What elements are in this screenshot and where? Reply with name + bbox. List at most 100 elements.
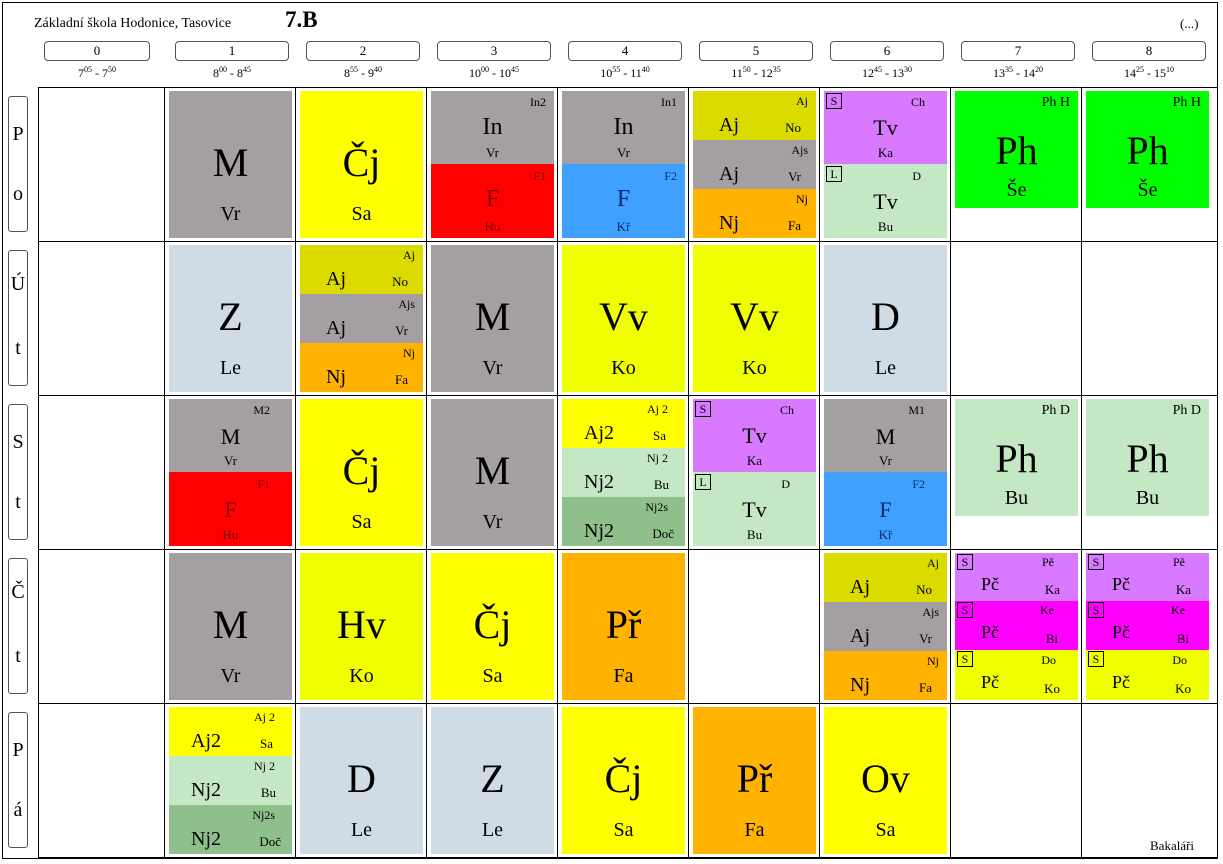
lesson-cell[interactable]: M Vr bbox=[431, 245, 554, 392]
lesson-teacher: Fa bbox=[788, 218, 801, 233]
hour-button-8[interactable]: 8 bbox=[1092, 41, 1206, 61]
lesson-cell[interactable]: Nj 2 Nj2 Bu bbox=[169, 756, 292, 805]
lesson-cell[interactable]: S Ke Pč Bi bbox=[955, 601, 1078, 650]
lesson-cell[interactable]: L D Tv Bu bbox=[693, 472, 816, 546]
lesson-cell[interactable]: M2 M Vr bbox=[169, 399, 292, 472]
lesson-cell[interactable]: S Do Pč Ko bbox=[1086, 650, 1209, 700]
lesson-teacher: Še bbox=[1006, 179, 1027, 201]
lesson-teacher: Sa bbox=[482, 665, 503, 687]
lesson-cell[interactable]: In2 In Vr bbox=[431, 91, 554, 164]
hour-time-6: 1245 - 1330 bbox=[862, 65, 912, 80]
lesson-cell[interactable]: Vv Ko bbox=[562, 245, 685, 392]
lesson-cell[interactable]: Př Fa bbox=[693, 707, 816, 854]
lesson-cell[interactable]: F2 F Kř bbox=[824, 472, 947, 546]
lesson-cell[interactable]: Čj Sa bbox=[300, 399, 423, 546]
lesson-cell[interactable]: S Pě Pč Ka bbox=[955, 553, 1078, 601]
lesson-teacher: Ka bbox=[1044, 582, 1060, 597]
lesson-cell[interactable]: Aj Aj No bbox=[300, 245, 423, 294]
lesson-subject: Aj bbox=[850, 625, 870, 647]
day-button-thursday[interactable]: Č t bbox=[8, 558, 28, 694]
lesson-cell[interactable]: Čj Sa bbox=[431, 553, 554, 700]
lesson-cell[interactable]: Ph D Ph Bu bbox=[955, 399, 1078, 516]
day-button-monday[interactable]: P o bbox=[8, 96, 28, 232]
lesson-cell[interactable]: M1 M Vr bbox=[824, 399, 947, 472]
lesson-cell[interactable]: S Ke Pč Bi bbox=[1086, 601, 1209, 650]
hour-button-2[interactable]: 2 bbox=[306, 41, 420, 61]
lesson-cell[interactable]: Čj Sa bbox=[300, 91, 423, 238]
lesson-cell[interactable]: Ph D Ph Bu bbox=[1086, 399, 1209, 516]
lesson-cell[interactable]: Nj Nj Fa bbox=[824, 651, 947, 700]
lesson-subject: Pč bbox=[981, 622, 999, 642]
more-link[interactable]: (...) bbox=[1180, 16, 1198, 32]
lesson-cell[interactable]: Z Le bbox=[169, 245, 292, 392]
lesson-cell[interactable]: Nj2s Nj2 Doč bbox=[562, 497, 685, 546]
lesson-cell[interactable]: Z Le bbox=[431, 707, 554, 854]
lesson-cell[interactable]: Hv Ko bbox=[300, 553, 423, 700]
lesson-cell[interactable]: D Le bbox=[300, 707, 423, 854]
lesson-cell[interactable]: Ov Sa bbox=[824, 707, 947, 854]
lesson-subject: M bbox=[875, 424, 896, 449]
lesson-cell[interactable]: Čj Sa bbox=[562, 707, 685, 854]
lesson-cell[interactable]: M Vr bbox=[431, 399, 554, 546]
day-button-wednesday[interactable]: S t bbox=[8, 404, 28, 540]
lesson-cell[interactable]: F2 F Kř bbox=[562, 164, 685, 238]
hour-button-1[interactable]: 1 bbox=[175, 41, 289, 61]
lesson-cell[interactable]: Aj 2 Aj2 Sa bbox=[562, 399, 685, 448]
lesson-cell[interactable]: D Le bbox=[824, 245, 947, 392]
lesson-cell[interactable]: F1 F Hu bbox=[431, 164, 554, 238]
lesson-cell[interactable]: F1 F Hu bbox=[169, 472, 292, 546]
lesson-cell[interactable]: S Ch Tv Ka bbox=[824, 91, 947, 164]
lesson-teacher: Hu bbox=[222, 527, 239, 542]
lesson-subject: Vv bbox=[730, 294, 779, 339]
lesson-subject: M bbox=[212, 602, 249, 647]
lesson-cell[interactable]: Ajs Aj Vr bbox=[693, 140, 816, 189]
lesson-subject: F bbox=[485, 186, 500, 212]
lesson-subject: Nj2 bbox=[191, 828, 221, 850]
lesson-cell[interactable]: Aj Aj No bbox=[693, 91, 816, 140]
lesson-teacher: Le bbox=[350, 819, 373, 841]
lesson-cell[interactable]: Vv Ko bbox=[693, 245, 816, 392]
hour-button-0[interactable]: 0 bbox=[44, 41, 150, 61]
lesson-cell[interactable]: Nj2s Nj2 Doč bbox=[169, 805, 292, 854]
lesson-cell[interactable]: In1 In Vr bbox=[562, 91, 685, 164]
hour-button-4[interactable]: 4 bbox=[568, 41, 682, 61]
lesson-cell[interactable]: M Vr bbox=[169, 91, 292, 238]
grid-line bbox=[688, 87, 689, 857]
lesson-group: Ph D bbox=[1172, 403, 1201, 418]
lesson-group: Nj bbox=[403, 346, 415, 360]
hour-button-6[interactable]: 6 bbox=[830, 41, 944, 61]
footer-brand[interactable]: Bakaláři bbox=[1150, 838, 1194, 854]
lesson-subject: Čj bbox=[342, 448, 381, 493]
day-button-tuesday[interactable]: Ú t bbox=[8, 250, 28, 386]
lesson-cell[interactable]: M Vr bbox=[169, 553, 292, 700]
lesson-cell[interactable]: Ajs Aj Vr bbox=[300, 294, 423, 343]
day-button-friday[interactable]: P á bbox=[8, 712, 28, 848]
hour-button-3[interactable]: 3 bbox=[437, 41, 551, 61]
day-letter: Ú bbox=[10, 273, 26, 295]
lesson-cell[interactable]: Nj Nj Fa bbox=[300, 343, 423, 392]
lesson-cell[interactable]: Aj Aj No bbox=[824, 553, 947, 602]
lesson-group: In1 bbox=[661, 95, 677, 109]
lesson-cell[interactable]: Ph H Ph Še bbox=[955, 91, 1078, 208]
lesson-cell[interactable]: Aj 2 Aj2 Sa bbox=[169, 707, 292, 756]
lesson-cell[interactable]: S Ch Tv Ka bbox=[693, 399, 816, 472]
hour-button-7[interactable]: 7 bbox=[961, 41, 1075, 61]
lesson-subject: Tv bbox=[873, 189, 898, 214]
group-tag: S bbox=[957, 602, 973, 618]
lesson-cell[interactable]: Ph H Ph Še bbox=[1086, 91, 1209, 208]
lesson-subject: Ph bbox=[995, 436, 1038, 481]
lesson-cell[interactable]: S Pě Pč Ka bbox=[1086, 553, 1209, 601]
hour-button-5[interactable]: 5 bbox=[699, 41, 813, 61]
lesson-subject: Aj bbox=[326, 268, 346, 290]
lesson-cell[interactable]: Nj Nj Fa bbox=[693, 189, 816, 238]
lesson-cell[interactable]: Př Fa bbox=[562, 553, 685, 700]
lesson-cell[interactable]: L D Tv Bu bbox=[824, 164, 947, 238]
lesson-cell[interactable]: Nj 2 Nj2 Bu bbox=[562, 448, 685, 497]
lesson-subject: Z bbox=[218, 294, 243, 339]
lesson-cell[interactable]: Ajs Aj Vr bbox=[824, 602, 947, 651]
day-letter: á bbox=[13, 799, 23, 821]
lesson-subject: Aj2 bbox=[584, 422, 614, 444]
lesson-group: Nj2s bbox=[252, 808, 275, 822]
day-letter: P bbox=[12, 739, 24, 761]
lesson-cell[interactable]: S Do Pč Ko bbox=[955, 650, 1078, 700]
